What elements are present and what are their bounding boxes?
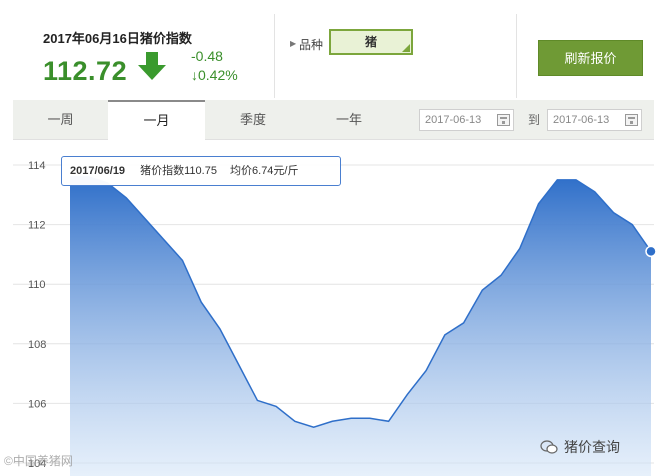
y-tick-label: 110 [28,279,46,291]
data-point[interactable] [218,327,222,331]
data-point[interactable] [368,416,372,420]
divider [274,14,275,98]
data-point[interactable] [424,369,428,373]
data-point[interactable] [612,211,616,215]
index-value: 112.72 [43,56,128,86]
data-point[interactable] [312,425,316,429]
area-fill [70,176,651,476]
tooltip-date: 2017/06/19 [70,165,126,177]
tooltip-average-price: 均价6.74元/斤 [230,165,299,177]
chart-svg: 114112110108106104 [13,160,657,476]
chart-tooltip: 2017/06/19 猪价指数110.75 均价6.74元/斤 [61,156,341,186]
caret-right-icon: ▶ [290,39,297,48]
data-point[interactable] [645,245,657,258]
data-point[interactable] [349,416,353,420]
tab-quarter[interactable]: 季度 [205,100,301,140]
down-arrow-icon [138,52,166,80]
date-to-value: 2017-06-13 [553,114,610,126]
data-point[interactable] [143,217,147,221]
period-tabs: 一周 一月 季度 一年 2017-06-13 到 2017-06-13 [13,100,654,141]
data-point[interactable] [124,196,128,200]
data-point[interactable] [518,246,522,250]
data-point[interactable] [537,202,541,206]
data-point[interactable] [237,363,241,367]
data-point[interactable] [274,404,278,408]
data-point[interactable] [255,398,259,402]
watermark-right-text: 猪价查询 [564,439,620,455]
wechat-icon [540,440,558,454]
data-point[interactable] [180,258,184,262]
tab-week[interactable]: 一周 [13,100,108,140]
variety-selected-value: 猪 [364,35,377,49]
data-point[interactable] [462,321,466,325]
tab-month[interactable]: 一月 [108,100,205,141]
refresh-quote-button[interactable]: 刷新报价 [538,40,643,76]
tab-year[interactable]: 一年 [301,100,397,140]
data-point[interactable] [593,190,597,194]
tooltip-index: 猪价指数110.75 [140,165,217,177]
data-point[interactable] [387,419,391,423]
select-corner-icon [402,44,410,52]
data-point[interactable] [293,419,297,423]
calendar-icon[interactable] [497,114,510,126]
data-point[interactable] [199,300,203,304]
data-point[interactable] [162,238,166,242]
date-from-input[interactable]: 2017-06-13 [419,109,514,131]
index-change-percent: ↓0.42% [191,67,238,83]
data-point[interactable] [405,392,409,396]
data-point[interactable] [574,178,578,182]
data-point[interactable] [443,333,447,337]
index-change: -0.48 [191,48,223,64]
y-tick-label: 106 [28,398,46,410]
watermark-left: ©中国养猪网 [4,454,73,468]
data-point[interactable] [330,419,334,423]
calendar-icon[interactable] [625,114,638,126]
price-index-chart: 114 112 110 108 106 104 [0,141,660,476]
variety-label: 品种 [299,38,324,52]
data-point[interactable] [630,223,634,227]
y-tick-label: 112 [28,220,46,232]
divider [516,14,517,98]
date-range-separator: 到 [528,113,541,127]
y-tick-label: 108 [28,339,46,351]
data-point[interactable] [480,288,484,292]
watermark-right: 猪价查询 [540,437,620,457]
data-point[interactable] [499,273,503,277]
y-tick-label: 114 [28,160,46,172]
index-title: 2017年06月16日猪价指数 [43,31,192,46]
data-point[interactable] [555,178,559,182]
header: 2017年06月16日猪价指数 112.72 -0.48 ↓0.42% ▶ 品种… [0,0,660,100]
variety-select[interactable]: 猪 [329,29,413,55]
date-from-value: 2017-06-13 [425,114,482,126]
date-to-input[interactable]: 2017-06-13 [547,109,642,131]
